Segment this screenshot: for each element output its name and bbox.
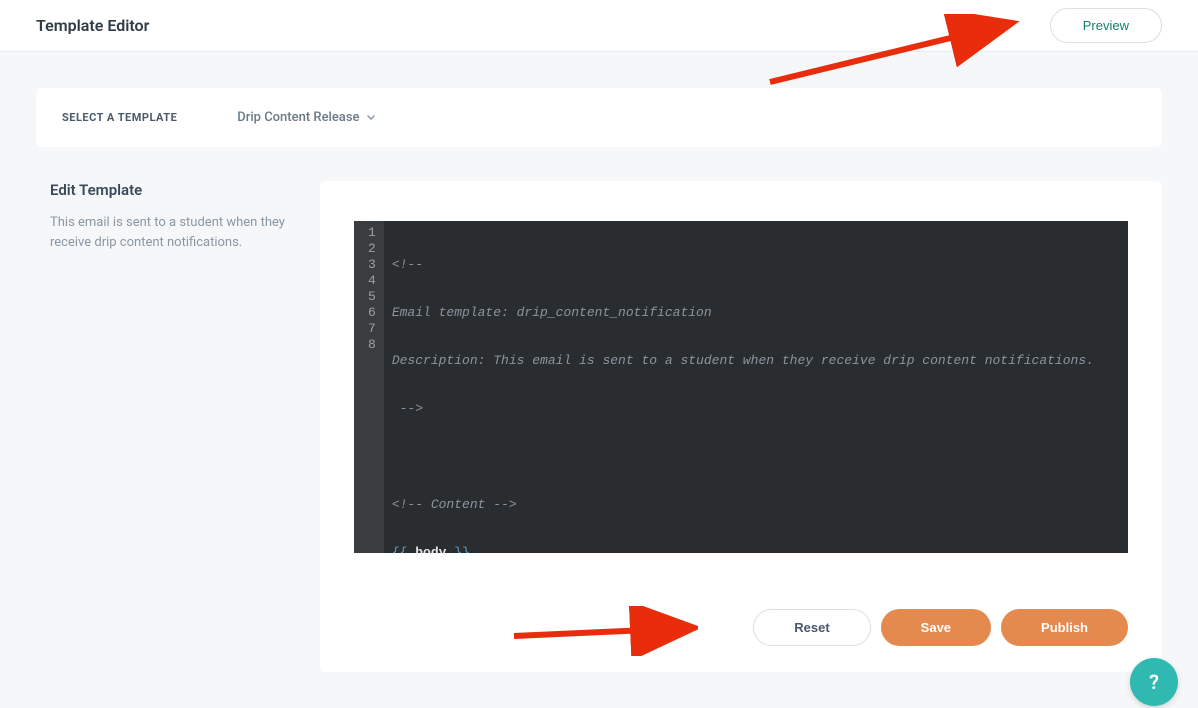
code-comment: Description: This email is sent to a stu… [392, 353, 1094, 368]
line-number: 7 [368, 321, 376, 337]
help-icon: ? [1149, 670, 1159, 694]
save-button[interactable]: Save [881, 609, 991, 646]
line-number: 5 [368, 289, 376, 305]
template-dropdown-value: Drip Content Release [237, 110, 359, 125]
code-content[interactable]: <!-- Email template: drip_content_notifi… [384, 221, 1102, 553]
select-template-label: SELECT A TEMPLATE [62, 111, 177, 124]
code-body-var: body [407, 545, 454, 553]
code-comment: --> [392, 401, 423, 416]
line-number: 4 [368, 273, 376, 289]
page-title: Template Editor [36, 16, 149, 35]
template-dropdown[interactable]: Drip Content Release [237, 110, 375, 125]
line-number: 6 [368, 305, 376, 321]
action-bar: Reset Save Publish [354, 609, 1128, 646]
publish-button[interactable]: Publish [1001, 609, 1128, 646]
edit-template-description: This email is sent to a student when the… [50, 213, 300, 252]
page-header: Template Editor Preview [0, 0, 1198, 52]
code-brace: }} [454, 545, 470, 553]
line-number: 1 [368, 225, 376, 241]
select-template-card: SELECT A TEMPLATE Drip Content Release [36, 88, 1162, 147]
help-button[interactable]: ? [1130, 658, 1178, 706]
code-gutter: 1 2 3 4 5 6 7 8 [354, 221, 384, 553]
edit-template-title: Edit Template [50, 181, 300, 199]
code-editor[interactable]: 1 2 3 4 5 6 7 8 <!-- Email template: dri… [354, 221, 1128, 553]
main-content: Edit Template This email is sent to a st… [36, 181, 1162, 672]
editor-card: 1 2 3 4 5 6 7 8 <!-- Email template: dri… [320, 181, 1162, 672]
preview-button[interactable]: Preview [1050, 8, 1162, 43]
reset-button[interactable]: Reset [753, 609, 870, 646]
line-number: 3 [368, 257, 376, 273]
code-comment: <!-- Content --> [392, 497, 517, 512]
chevron-down-icon [367, 114, 375, 122]
code-comment: Email template: drip_content_notificatio… [392, 305, 712, 320]
code-comment: <!-- [392, 257, 423, 272]
edit-template-sidebar: Edit Template This email is sent to a st… [36, 181, 320, 672]
code-brace: {{ [392, 545, 408, 553]
line-number: 8 [368, 337, 376, 353]
line-number: 2 [368, 241, 376, 257]
